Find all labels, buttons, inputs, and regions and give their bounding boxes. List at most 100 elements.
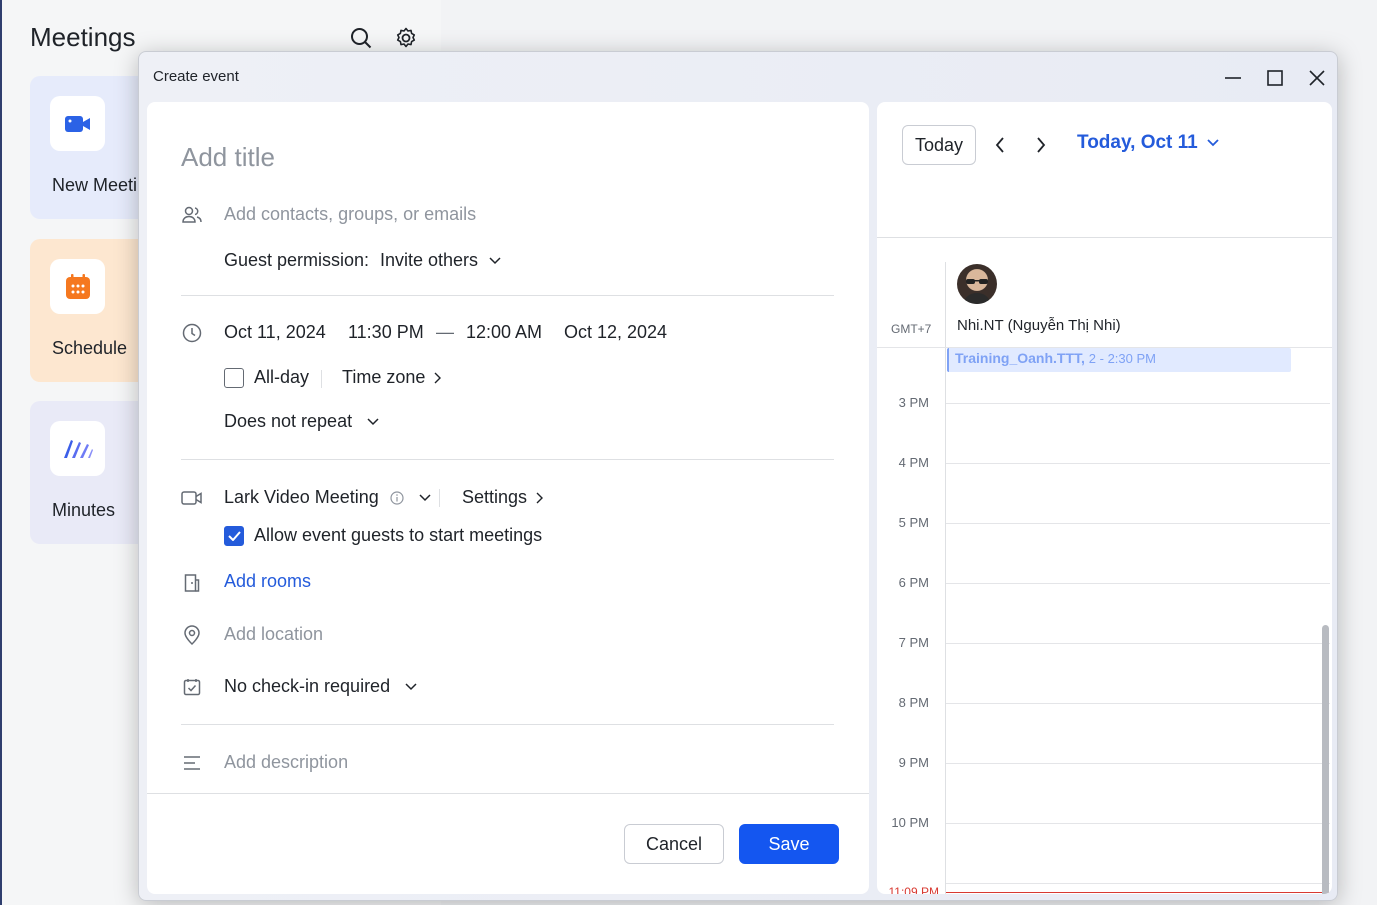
hour-line (946, 883, 1330, 884)
settings-label: Settings (462, 487, 528, 507)
hour-line (946, 703, 1330, 704)
create-event-dialog: Create event Add title Add contacts, gro… (138, 51, 1338, 901)
hour-label: 6 PM (898, 575, 929, 590)
allow-guests-checkbox[interactable] (224, 526, 244, 546)
checkmark-icon (227, 531, 241, 541)
event-time: 2 - 2:30 PM (1088, 351, 1156, 366)
gear-icon[interactable] (392, 24, 420, 52)
today-button[interactable]: Today (902, 125, 976, 165)
divider (321, 370, 322, 388)
chevron-right-icon (434, 372, 442, 384)
end-time[interactable]: 12:00 AM (466, 322, 542, 343)
avatar (957, 264, 997, 304)
cancel-button[interactable]: Cancel (624, 824, 724, 864)
close-icon[interactable] (1303, 64, 1331, 92)
allow-guests-label: Allow event guests to start meetings (254, 525, 543, 545)
video-meeting-value: Lark Video Meeting (224, 487, 379, 507)
guests-input[interactable]: Add contacts, groups, or emails (224, 204, 476, 225)
hour-line (946, 403, 1330, 404)
date-title: Today, Oct 11 (1077, 132, 1198, 153)
checkin-dropdown[interactable]: No check-in required (224, 676, 417, 697)
chevron-down-icon (419, 494, 431, 502)
video-meeting-dropdown[interactable]: Lark Video Meeting (224, 487, 431, 508)
hour-label: 8 PM (898, 695, 929, 710)
info-icon (390, 491, 404, 505)
start-date[interactable]: Oct 11, 2024 (224, 322, 326, 343)
save-button[interactable]: Save (739, 824, 839, 864)
start-time[interactable]: 11:30 PM (348, 322, 424, 343)
hour-label: 9 PM (898, 755, 929, 770)
allday-label: All-day (254, 367, 310, 387)
chevron-down-icon (367, 418, 379, 426)
repeat-value: Does not repeat (224, 411, 353, 431)
chevron-down-icon (1207, 139, 1219, 147)
allday-checkbox[interactable] (224, 368, 244, 388)
hour-line (946, 643, 1330, 644)
date-picker[interactable]: Today, Oct 11 (1077, 132, 1219, 154)
contacts-icon (181, 204, 203, 226)
chevron-left-icon[interactable] (988, 133, 1012, 157)
hour-line (946, 463, 1330, 464)
hour-label: 4 PM (898, 455, 929, 470)
divider (181, 724, 834, 725)
chevron-right-icon (536, 492, 544, 504)
repeat-dropdown[interactable]: Does not repeat (224, 411, 379, 432)
video-camera-icon (50, 96, 105, 151)
divider (181, 459, 834, 460)
hour-line (946, 763, 1330, 764)
description-icon (181, 752, 203, 774)
footer-divider (147, 793, 869, 794)
location-icon (181, 624, 203, 646)
event-title: Training_Oanh.TTT, (955, 350, 1085, 366)
event-form: Add title Add contacts, groups, or email… (147, 102, 869, 894)
divider (439, 489, 440, 507)
hour-label: 5 PM (898, 515, 929, 530)
divider (181, 295, 834, 296)
dialog-title: Create event (153, 68, 239, 85)
room-icon (181, 572, 203, 594)
chevron-down-icon (489, 257, 501, 265)
hour-label: 3 PM (898, 395, 929, 410)
new-meeting-label: New Meetin (52, 175, 148, 195)
hour-line (946, 523, 1330, 524)
search-icon[interactable] (347, 24, 375, 52)
timezone-label: Time zone (342, 367, 426, 387)
time-dash: — (436, 322, 454, 342)
chevron-down-icon (405, 683, 417, 691)
chevron-right-icon[interactable] (1029, 133, 1053, 157)
current-time-label: 11:09 PM (888, 885, 939, 894)
calendar-icon (50, 259, 105, 314)
checkin-value: No check-in required (224, 676, 391, 696)
timezone-link[interactable]: Time zone (342, 367, 442, 388)
location-input[interactable]: Add location (224, 624, 323, 645)
calendar-preview: Today Today, Oct 11 Nhi.NT (Nguyễn Thị N… (877, 102, 1332, 894)
video-icon (181, 487, 203, 509)
minimize-icon[interactable] (1219, 64, 1247, 92)
hour-label: 10 PM (891, 815, 929, 830)
guest-permission-label: Guest permission: (224, 250, 370, 270)
hour-label: 7 PM (898, 635, 929, 650)
time-axis-line (945, 262, 946, 894)
minutes-label: Minutes (52, 500, 116, 520)
person-name: Nhi.NT (Nguyễn Thị Nhi) (957, 317, 1121, 334)
end-date[interactable]: Oct 12, 2024 (564, 322, 667, 343)
app-title: Meetings (30, 22, 136, 52)
maximize-icon[interactable] (1261, 64, 1289, 92)
description-input[interactable]: Add description (224, 752, 348, 773)
hour-line (946, 823, 1330, 824)
divider (877, 237, 1332, 238)
add-rooms-link[interactable]: Add rooms (224, 571, 311, 592)
clock-icon (181, 322, 203, 344)
guest-permission-value: Invite others (380, 250, 479, 270)
hour-line (946, 583, 1330, 584)
settings-link[interactable]: Settings (462, 487, 544, 508)
checkin-icon (181, 676, 203, 698)
current-time-line (946, 892, 1332, 893)
timezone-label: GMT+7 (891, 322, 932, 336)
minutes-icon (50, 421, 105, 476)
title-input[interactable]: Add title (181, 142, 275, 173)
schedule-label: Schedule (52, 338, 128, 358)
guest-permission-dropdown[interactable]: Invite others (380, 250, 501, 271)
scrollbar[interactable] (1322, 625, 1329, 894)
event-block[interactable]: Training_Oanh.TTT, 2 - 2:30 PM (947, 348, 1291, 372)
